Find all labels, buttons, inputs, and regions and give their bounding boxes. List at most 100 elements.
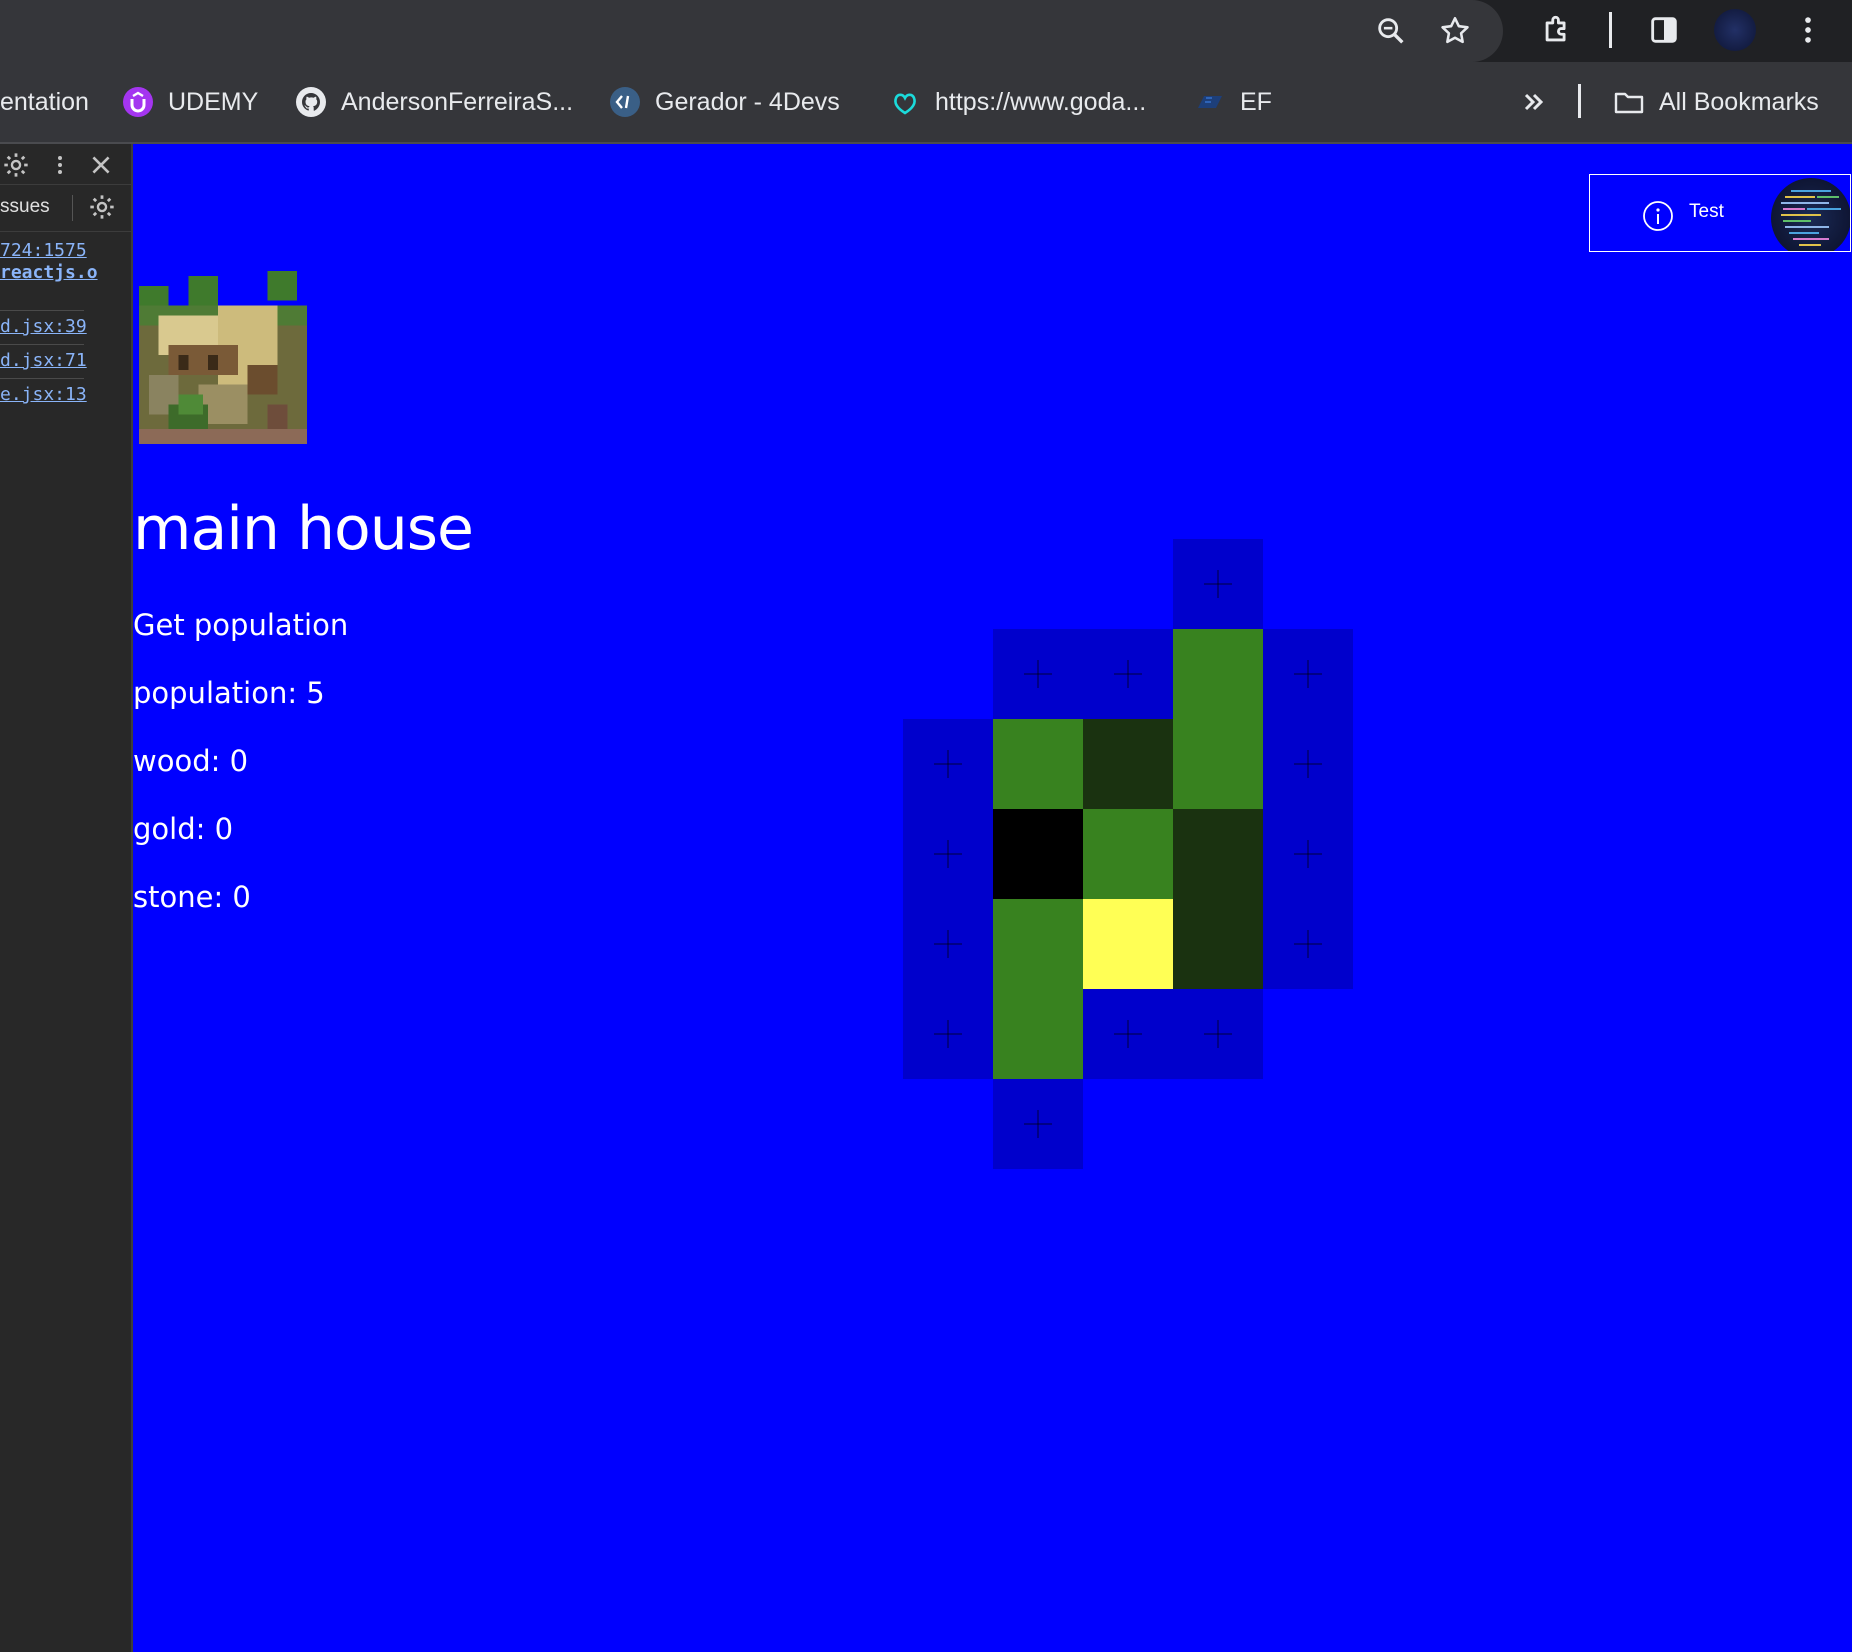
devtools-header <box>0 144 131 185</box>
issues-settings-gear-icon[interactable] <box>88 193 116 221</box>
menu-dots-icon[interactable] <box>1788 10 1828 50</box>
empty-slot[interactable] <box>903 719 993 809</box>
bookmarks-bar: entation UDEMY AndersonFerreiraS... Gera… <box>0 62 1852 144</box>
all-bookmarks-label: All Bookmarks <box>1659 87 1819 116</box>
forest-tile[interactable] <box>1083 719 1173 809</box>
plus-icon <box>1204 570 1232 598</box>
udemy-icon <box>122 86 154 118</box>
plus-icon <box>1024 660 1052 688</box>
bookmark-documentation[interactable]: entation <box>0 62 89 142</box>
4devs-icon <box>609 86 641 118</box>
population-stat: population: 5 <box>133 676 325 710</box>
grass-tile[interactable] <box>993 899 1083 989</box>
test-button[interactable]: Test <box>1589 174 1851 252</box>
plus-icon <box>1294 930 1322 958</box>
plus-icon <box>1114 1020 1142 1048</box>
forest-tile[interactable] <box>1173 809 1263 899</box>
plus-icon <box>1294 750 1322 778</box>
source-link[interactable]: e.jsx:13 <box>0 384 87 405</box>
log-divider <box>0 344 84 345</box>
issues-tab[interactable]: ssues <box>0 196 50 218</box>
devtools-tabbar: ssues <box>0 185 131 232</box>
plus-icon <box>1114 660 1142 688</box>
plus-icon <box>1024 1110 1052 1138</box>
grass-tile[interactable] <box>993 989 1083 1079</box>
plus-icon <box>1294 840 1322 868</box>
bookmarks-overflow-button[interactable] <box>1518 62 1564 142</box>
devtools-close-icon[interactable] <box>88 152 114 178</box>
empty-slot[interactable] <box>1263 899 1353 989</box>
devtools-panel: ssues 724:1575 reactjs.o d.jsx:39 d.jsx:… <box>0 144 133 1652</box>
wood-stat: wood: 0 <box>133 744 249 778</box>
empty-slot[interactable] <box>993 1079 1083 1169</box>
page-title: main house <box>133 494 474 564</box>
godaddy-icon <box>889 86 921 118</box>
grass-tile[interactable] <box>993 719 1083 809</box>
avatar <box>1771 178 1850 251</box>
stone-stat: stone: 0 <box>133 880 251 914</box>
bookmark-label: UDEMY <box>168 87 259 116</box>
bookmark-label: Gerador - 4Devs <box>655 87 840 116</box>
browser-toolbar <box>0 0 1852 62</box>
info-icon <box>1643 201 1673 231</box>
forest-tile[interactable] <box>1173 899 1263 989</box>
plus-icon <box>934 1020 962 1048</box>
bookmark-label: https://www.goda... <box>935 87 1147 116</box>
grass-tile[interactable] <box>1173 629 1263 719</box>
settings-gear-icon[interactable] <box>2 151 30 179</box>
empty-slot[interactable] <box>903 899 993 989</box>
tab-divider <box>72 195 73 221</box>
empty-slot[interactable] <box>1263 719 1353 809</box>
profile-avatar[interactable] <box>1714 9 1756 51</box>
main-house-image[interactable] <box>138 266 308 444</box>
grass-tile[interactable] <box>1083 809 1173 899</box>
address-bar[interactable] <box>0 0 1503 62</box>
plus-icon <box>934 930 962 958</box>
extensions-icon[interactable] <box>1537 10 1577 50</box>
source-link[interactable]: d.jsx:71 <box>0 350 87 371</box>
zoom-icon[interactable] <box>1371 11 1411 51</box>
all-bookmarks-button[interactable]: All Bookmarks <box>1613 62 1819 142</box>
devtools-more-icon[interactable] <box>48 152 72 178</box>
bookmark-star-icon[interactable] <box>1435 11 1475 51</box>
empty-slot[interactable] <box>1173 989 1263 1079</box>
bookmark-label: AndersonFerreiraS... <box>341 87 574 116</box>
bookmarks-divider <box>1578 84 1581 118</box>
empty-slot[interactable] <box>903 989 993 1079</box>
plus-icon <box>934 840 962 868</box>
ef-icon <box>1194 86 1226 118</box>
folder-icon <box>1613 86 1645 118</box>
bookmark-github[interactable]: AndersonFerreiraS... <box>295 62 573 142</box>
bookmark-label: entation <box>0 87 89 116</box>
log-divider <box>0 310 84 311</box>
gold-stat: gold: 0 <box>133 812 234 846</box>
test-button-label: Test <box>1689 201 1724 222</box>
gold-tile[interactable] <box>1083 899 1173 989</box>
bookmark-label: EF <box>1240 87 1272 116</box>
app-viewport: main house Get population population: 5 … <box>133 144 1852 1652</box>
bookmark-ef[interactable]: EF <box>1194 62 1272 142</box>
empty-slot[interactable] <box>1173 539 1263 629</box>
plus-icon <box>934 750 962 778</box>
bookmark-4devs[interactable]: Gerador - 4Devs <box>609 62 840 142</box>
grass-tile[interactable] <box>1173 719 1263 809</box>
source-link[interactable]: reactjs.o <box>0 262 98 283</box>
source-link[interactable]: d.jsx:39 <box>0 316 87 337</box>
github-icon <box>295 86 327 118</box>
empty-slot[interactable] <box>1083 629 1173 719</box>
toolbar-divider <box>1609 12 1612 48</box>
empty-slot[interactable] <box>1083 989 1173 1079</box>
bookmark-godaddy[interactable]: https://www.goda... <box>889 62 1146 142</box>
source-link[interactable]: 724:1575 <box>0 240 87 261</box>
bookmark-udemy[interactable]: UDEMY <box>122 62 258 142</box>
plus-icon <box>1204 1020 1232 1048</box>
chevron-double-right-icon <box>1518 86 1550 118</box>
side-panel-icon[interactable] <box>1644 10 1684 50</box>
empty-slot[interactable] <box>1263 629 1353 719</box>
empty-slot[interactable] <box>903 809 993 899</box>
empty-slot[interactable] <box>1263 809 1353 899</box>
empty-slot[interactable] <box>993 629 1083 719</box>
mine-tile[interactable] <box>993 809 1083 899</box>
get-population-button[interactable]: Get population <box>133 608 348 642</box>
plus-icon <box>1294 660 1322 688</box>
